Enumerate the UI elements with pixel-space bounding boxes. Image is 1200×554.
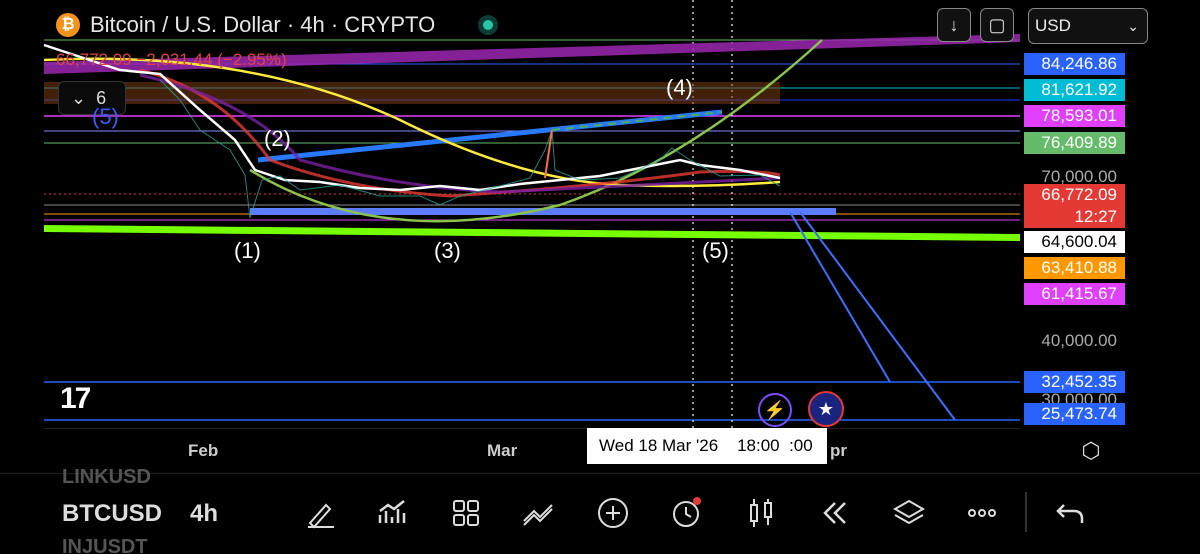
event-lightning-icon[interactable]: ⚡ bbox=[758, 393, 792, 427]
crosshair-suffix: :00 bbox=[789, 436, 813, 455]
add-icon[interactable] bbox=[593, 493, 633, 533]
crosshair-date: Wed 18 Mar '26 bbox=[599, 436, 719, 455]
countdown-label: 12:27 bbox=[1024, 206, 1125, 228]
symbol-ghost-above: LINKUSD bbox=[62, 466, 151, 488]
chart-canvas[interactable] bbox=[0, 0, 1200, 554]
bottom-bar-divider bbox=[0, 473, 1200, 474]
price-label: 78,593.01 bbox=[1024, 105, 1125, 127]
drawing-pen-icon[interactable] bbox=[300, 493, 340, 533]
trend-line-icon[interactable] bbox=[518, 493, 558, 533]
currency-select[interactable]: USD ⌄ bbox=[1028, 8, 1148, 44]
price-label: 63,410.88 bbox=[1024, 257, 1125, 279]
wave-label: (3) bbox=[434, 238, 461, 263]
x-axis-label: Mar bbox=[487, 441, 518, 460]
price-label: 64,600.04 bbox=[1024, 231, 1125, 253]
wave-label: (1) bbox=[234, 238, 261, 263]
bitcoin-icon: ₿ bbox=[56, 13, 80, 37]
symbol-ghost-below: INJUSDT bbox=[62, 536, 148, 554]
wave-label: (2) bbox=[264, 126, 291, 151]
bottom-symbol[interactable]: BTCUSD bbox=[62, 500, 162, 528]
x-axis-label: pr bbox=[830, 441, 847, 460]
chevron-down-icon: ⌄ bbox=[1127, 18, 1139, 34]
wave-label: (4) bbox=[666, 75, 693, 100]
settings-icon[interactable]: ⬡ bbox=[1078, 438, 1104, 464]
green-support-line bbox=[44, 225, 1020, 241]
crosshair-date-label: Wed 18 Mar '26 18:00 :00 bbox=[587, 428, 827, 464]
current-price-label: 66,772.09 bbox=[1024, 184, 1125, 206]
price-label: 84,246.86 bbox=[1024, 53, 1125, 75]
download-button[interactable]: ↓ bbox=[937, 8, 971, 42]
layout-grid-icon[interactable] bbox=[446, 493, 486, 533]
wave-label: (5) bbox=[92, 104, 119, 129]
price-label: 25,473.74 bbox=[1024, 403, 1125, 425]
chevron-down-icon: ⌄ bbox=[71, 88, 87, 108]
crosshair-time: 18:00 bbox=[737, 436, 780, 455]
price-label: 32,452.35 bbox=[1024, 371, 1125, 393]
bottom-interval[interactable]: 4h bbox=[190, 500, 218, 528]
download-icon: ↓ bbox=[949, 15, 959, 35]
fullscreen-icon: ▢ bbox=[988, 15, 1006, 35]
candlestick-icon[interactable] bbox=[741, 493, 781, 533]
spike-candle bbox=[544, 129, 553, 179]
projection-line bbox=[799, 211, 956, 421]
undo-icon[interactable] bbox=[1050, 493, 1090, 533]
us-flag-icon[interactable]: ★ bbox=[808, 391, 844, 427]
alert-clock-icon[interactable] bbox=[666, 493, 706, 533]
live-dot bbox=[478, 15, 498, 35]
price-change: 66,772.09 −2,031.44 (−2.95%) bbox=[56, 50, 287, 69]
replay-icon[interactable] bbox=[815, 493, 855, 533]
more-icon[interactable] bbox=[962, 493, 1002, 533]
price-label: 61,415.67 bbox=[1024, 283, 1125, 305]
symbol-title[interactable]: Bitcoin / U.S. Dollar · 4h · CRYPTO bbox=[90, 12, 435, 38]
tradingview-logo: 17 bbox=[60, 382, 91, 415]
x-axis-label: Feb bbox=[188, 441, 219, 460]
layers-icon[interactable] bbox=[889, 493, 929, 533]
x-axis-line bbox=[44, 428, 1020, 429]
indicators-icon[interactable] bbox=[372, 493, 412, 533]
fullscreen-button[interactable]: ▢ bbox=[980, 8, 1014, 42]
toolbar-separator bbox=[1025, 492, 1027, 532]
wave-label: (5) bbox=[702, 238, 729, 263]
price-label: 81,621.92 bbox=[1024, 79, 1125, 101]
price-label: 76,409.89 bbox=[1024, 132, 1125, 154]
currency-value: USD bbox=[1035, 16, 1071, 35]
price-tick: 40,000.00 bbox=[1041, 331, 1117, 350]
